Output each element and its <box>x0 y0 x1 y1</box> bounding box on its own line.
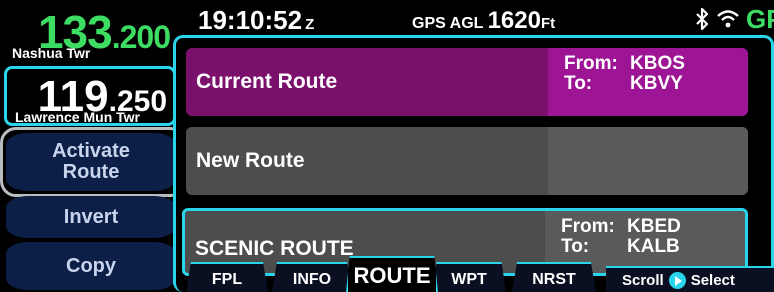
page-tab-strip: FPL INFO WPT NRST ROUTE Scroll Select <box>186 256 774 292</box>
gps-status-label: GPS <box>746 4 774 34</box>
route-name: Current Route <box>196 70 338 93</box>
tab-wpt[interactable]: WPT <box>432 262 506 292</box>
to-airport: KALB <box>627 235 680 257</box>
from-airport: KBED <box>627 216 681 237</box>
activate-route-label-line1: Activate <box>52 140 130 162</box>
route-endpoints: From: KBOS To: KBVY <box>548 48 748 116</box>
knob-icon <box>668 271 686 289</box>
to-label: To: <box>561 235 590 257</box>
select-hint-label: Select <box>690 271 735 289</box>
from-label: From: <box>561 216 615 237</box>
active-com-frequency: 133.200 Nashua Twr <box>4 3 176 65</box>
wifi-icon <box>717 10 739 28</box>
activate-route-label-line2: Route <box>62 161 120 183</box>
to-label: To: <box>564 72 593 94</box>
tab-fpl[interactable]: FPL <box>186 262 268 292</box>
tab-info[interactable]: INFO <box>272 262 352 292</box>
activate-route-button[interactable]: Activate Route <box>6 133 176 191</box>
route-row-current[interactable]: Current Route From: KBOS To: KBVY <box>186 48 748 116</box>
standby-com-frequency[interactable]: 119.250 Lawrence Mun Twr <box>4 66 176 126</box>
scroll-select-hint: Scroll Select <box>606 266 774 292</box>
scroll-hint-label: Scroll <box>622 271 664 289</box>
route-row-new[interactable]: New Route <box>186 127 748 195</box>
status-bar: 19:10:52Z GPS AGL 1620Ft GPS <box>186 0 774 38</box>
from-airport: KBOS <box>630 53 685 74</box>
from-label: From: <box>564 53 618 74</box>
route-endpoints <box>548 127 748 195</box>
bluetooth-icon <box>696 7 709 31</box>
tab-route[interactable]: ROUTE <box>346 256 438 292</box>
copy-button[interactable]: Copy <box>6 242 176 290</box>
to-airport: KBVY <box>630 72 683 94</box>
active-facility-name: Nashua Twr <box>12 45 91 61</box>
tab-nrst[interactable]: NRST <box>512 262 596 292</box>
invert-button[interactable]: Invert <box>6 196 176 238</box>
gps-agl-readout: GPS AGL 1620Ft <box>412 7 556 34</box>
route-name: New Route <box>196 149 305 172</box>
utc-clock: 19:10:52 Z <box>198 5 315 35</box>
standby-facility-name: Lawrence Mun Twr <box>15 109 140 125</box>
